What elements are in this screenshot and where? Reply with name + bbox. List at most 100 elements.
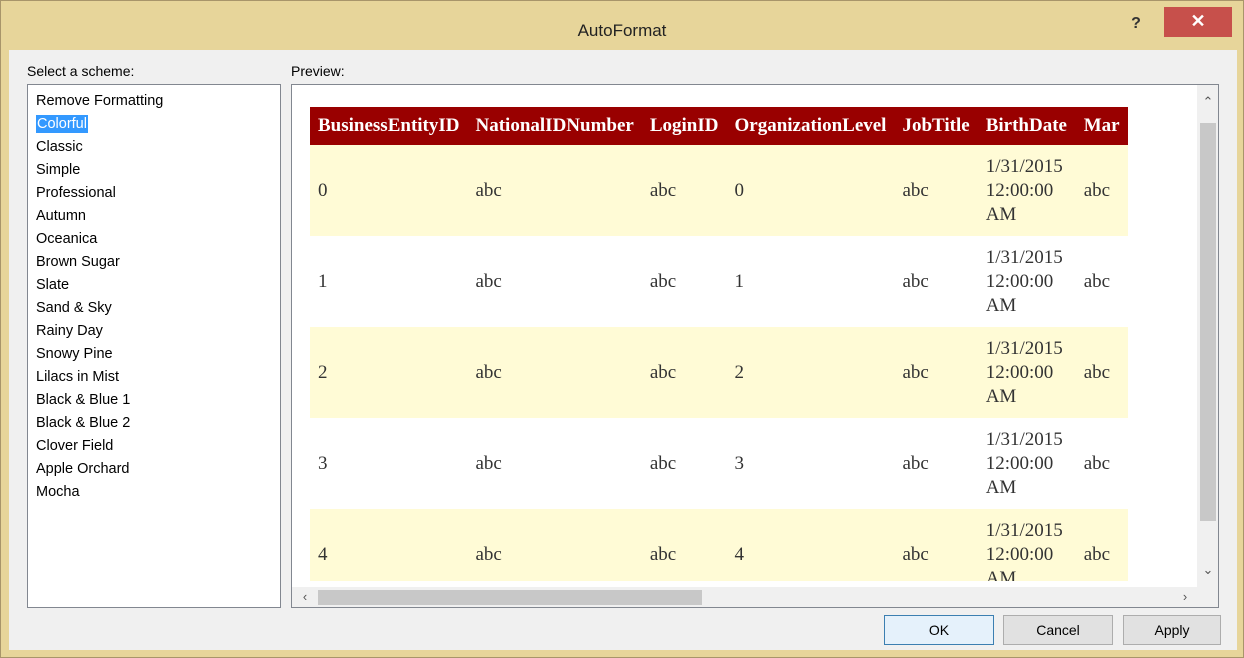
- help-button[interactable]: ?: [1123, 15, 1149, 41]
- scheme-item[interactable]: Black & Blue 1: [36, 389, 280, 412]
- preview-header-row: BusinessEntityID NationalIDNumber LoginID O…: [310, 107, 1128, 145]
- scheme-item[interactable]: Clover Field: [36, 435, 280, 458]
- horizontal-scroll-thumb[interactable]: [318, 590, 702, 605]
- scheme-item-label: Snowy Pine: [36, 346, 113, 362]
- scheme-item-label: Autumn: [36, 208, 86, 224]
- chevron-down-icon[interactable]: ⌄: [1199, 561, 1217, 579]
- scroll-corner: [1197, 587, 1218, 607]
- scheme-item[interactable]: Autumn: [36, 205, 280, 228]
- preview-table-cell: 3: [726, 418, 895, 509]
- scheme-item[interactable]: Brown Sugar: [36, 251, 280, 274]
- preview-table-cell: abc: [1075, 145, 1128, 236]
- preview-column-header: Mar: [1075, 107, 1128, 145]
- scheme-item-label: Lilacs in Mist: [36, 369, 119, 385]
- scheme-item[interactable]: Rainy Day: [36, 320, 280, 343]
- preview-table-cell: 0: [310, 145, 468, 236]
- preview-table-cell: 2: [726, 327, 895, 418]
- preview-table-cell: abc: [467, 509, 642, 581]
- preview-table: BusinessEntityID NationalIDNumber LoginID O…: [310, 107, 1128, 581]
- preview-table-row: 1 abc abc 1 abc 1/31/2015 12:00:00 AM abc: [310, 236, 1128, 327]
- scheme-item[interactable]: Colorful: [36, 113, 280, 136]
- preview-column-header: OrganizationLevel: [726, 107, 895, 145]
- preview-table-cell: abc: [894, 509, 978, 581]
- preview-table-cell: abc: [1075, 236, 1128, 327]
- dialog-body: Select a scheme: Remove Formatting Colorf…: [9, 50, 1237, 650]
- preview-table-cell: 1/31/2015 12:00:00 AM: [977, 145, 1076, 236]
- chevron-left-icon[interactable]: ‹: [296, 588, 314, 606]
- preview-table-cell: 1/31/2015 12:00:00 AM: [977, 327, 1076, 418]
- preview-table-cell: abc: [641, 327, 727, 418]
- chevron-right-icon[interactable]: ›: [1176, 588, 1194, 606]
- preview-table-row: 4 abc abc 4 abc 1/31/2015 12:00:00 AM abc: [310, 509, 1128, 581]
- preview-table-cell: 0: [726, 145, 895, 236]
- preview-table-cell: abc: [641, 418, 727, 509]
- preview-table-cell: abc: [641, 509, 727, 581]
- preview-table-cell: abc: [1075, 509, 1128, 581]
- scheme-item[interactable]: Sand & Sky: [36, 297, 280, 320]
- preview-table-cell: 3: [310, 418, 468, 509]
- preview-table-cell: 1: [310, 236, 468, 327]
- preview-table-cell: abc: [467, 327, 642, 418]
- cancel-button[interactable]: Cancel: [1003, 615, 1113, 645]
- preview-column-header: BusinessEntityID: [310, 107, 468, 145]
- preview-table-row: 0 abc abc 0 abc 1/31/2015 12:00:00 AM abc: [310, 145, 1128, 236]
- scheme-item[interactable]: Professional: [36, 182, 280, 205]
- scheme-listbox[interactable]: Remove Formatting Colorful Classic Simple Pr…: [27, 84, 281, 608]
- scheme-item[interactable]: Black & Blue 2: [36, 412, 280, 435]
- scheme-item-label: Mocha: [36, 484, 80, 500]
- scheme-item-label: Simple: [36, 162, 81, 178]
- preview-table-cell: abc: [1075, 418, 1128, 509]
- scheme-item[interactable]: Oceanica: [36, 228, 280, 251]
- autoformat-dialog: AutoFormat ? ✕ Select a scheme: Remove F…: [0, 0, 1244, 658]
- preview-table-cell: abc: [467, 145, 642, 236]
- scheme-item[interactable]: Slate: [36, 274, 280, 297]
- preview-column-header: BirthDate: [977, 107, 1076, 145]
- preview-table-cell: abc: [894, 145, 978, 236]
- ok-button[interactable]: OK: [884, 615, 994, 645]
- scheme-item-label: Black & Blue 2: [36, 415, 131, 431]
- scheme-item-label: Colorful: [36, 115, 88, 133]
- close-button[interactable]: ✕: [1164, 7, 1232, 37]
- preview-table-cell: abc: [894, 236, 978, 327]
- scheme-item[interactable]: Mocha: [36, 481, 280, 504]
- scheme-item-label: Rainy Day: [36, 323, 103, 339]
- scheme-item-label: Oceanica: [36, 231, 98, 247]
- scheme-item-label: Apple Orchard: [36, 461, 130, 477]
- preview-table-cell: 4: [310, 509, 468, 581]
- preview-table-cell: abc: [894, 327, 978, 418]
- scheme-item-label: Classic: [36, 139, 83, 155]
- vertical-scrollbar[interactable]: ⌃ ⌄: [1197, 85, 1218, 587]
- scheme-item[interactable]: Remove Formatting: [36, 90, 280, 113]
- scheme-item[interactable]: Apple Orchard: [36, 458, 280, 481]
- preview-table-cell: abc: [894, 418, 978, 509]
- preview-table-cell: abc: [641, 236, 727, 327]
- horizontal-scrollbar[interactable]: ‹ ›: [292, 587, 1197, 607]
- preview-column-header: LoginID: [641, 107, 727, 145]
- preview-column-header: JobTitle: [894, 107, 978, 145]
- preview-table-cell: 1: [726, 236, 895, 327]
- scheme-item-label: Remove Formatting: [36, 93, 164, 109]
- preview-table-cell: 1/31/2015 12:00:00 AM: [977, 509, 1076, 581]
- scheme-item[interactable]: Classic: [36, 136, 280, 159]
- scheme-item[interactable]: Snowy Pine: [36, 343, 280, 366]
- preview-table-cell: 1/31/2015 12:00:00 AM: [977, 236, 1076, 327]
- preview-table-row: 2 abc abc 2 abc 1/31/2015 12:00:00 AM abc: [310, 327, 1128, 418]
- preview-table-cell: 4: [726, 509, 895, 581]
- preview-table-cell: 1/31/2015 12:00:00 AM: [977, 418, 1076, 509]
- preview-table-cell: abc: [641, 145, 727, 236]
- scheme-item-label: Professional: [36, 185, 116, 201]
- preview-table-row: 3 abc abc 3 abc 1/31/2015 12:00:00 AM abc: [310, 418, 1128, 509]
- scheme-item[interactable]: Lilacs in Mist: [36, 366, 280, 389]
- scheme-item-label: Brown Sugar: [36, 254, 120, 270]
- scheme-item-label: Black & Blue 1: [36, 392, 131, 408]
- chevron-up-icon[interactable]: ⌃: [1199, 93, 1217, 111]
- scheme-item-label: Slate: [36, 277, 70, 293]
- preview-table-cell: abc: [1075, 327, 1128, 418]
- preview-pane: BusinessEntityID NationalIDNumber LoginID O…: [291, 84, 1219, 608]
- scheme-label: Select a scheme:: [27, 63, 135, 79]
- scheme-item[interactable]: Simple: [36, 159, 280, 182]
- preview-table-cell: abc: [467, 236, 642, 327]
- apply-button[interactable]: Apply: [1123, 615, 1221, 645]
- dialog-title: AutoFormat: [577, 21, 667, 40]
- vertical-scroll-thumb[interactable]: [1200, 123, 1216, 521]
